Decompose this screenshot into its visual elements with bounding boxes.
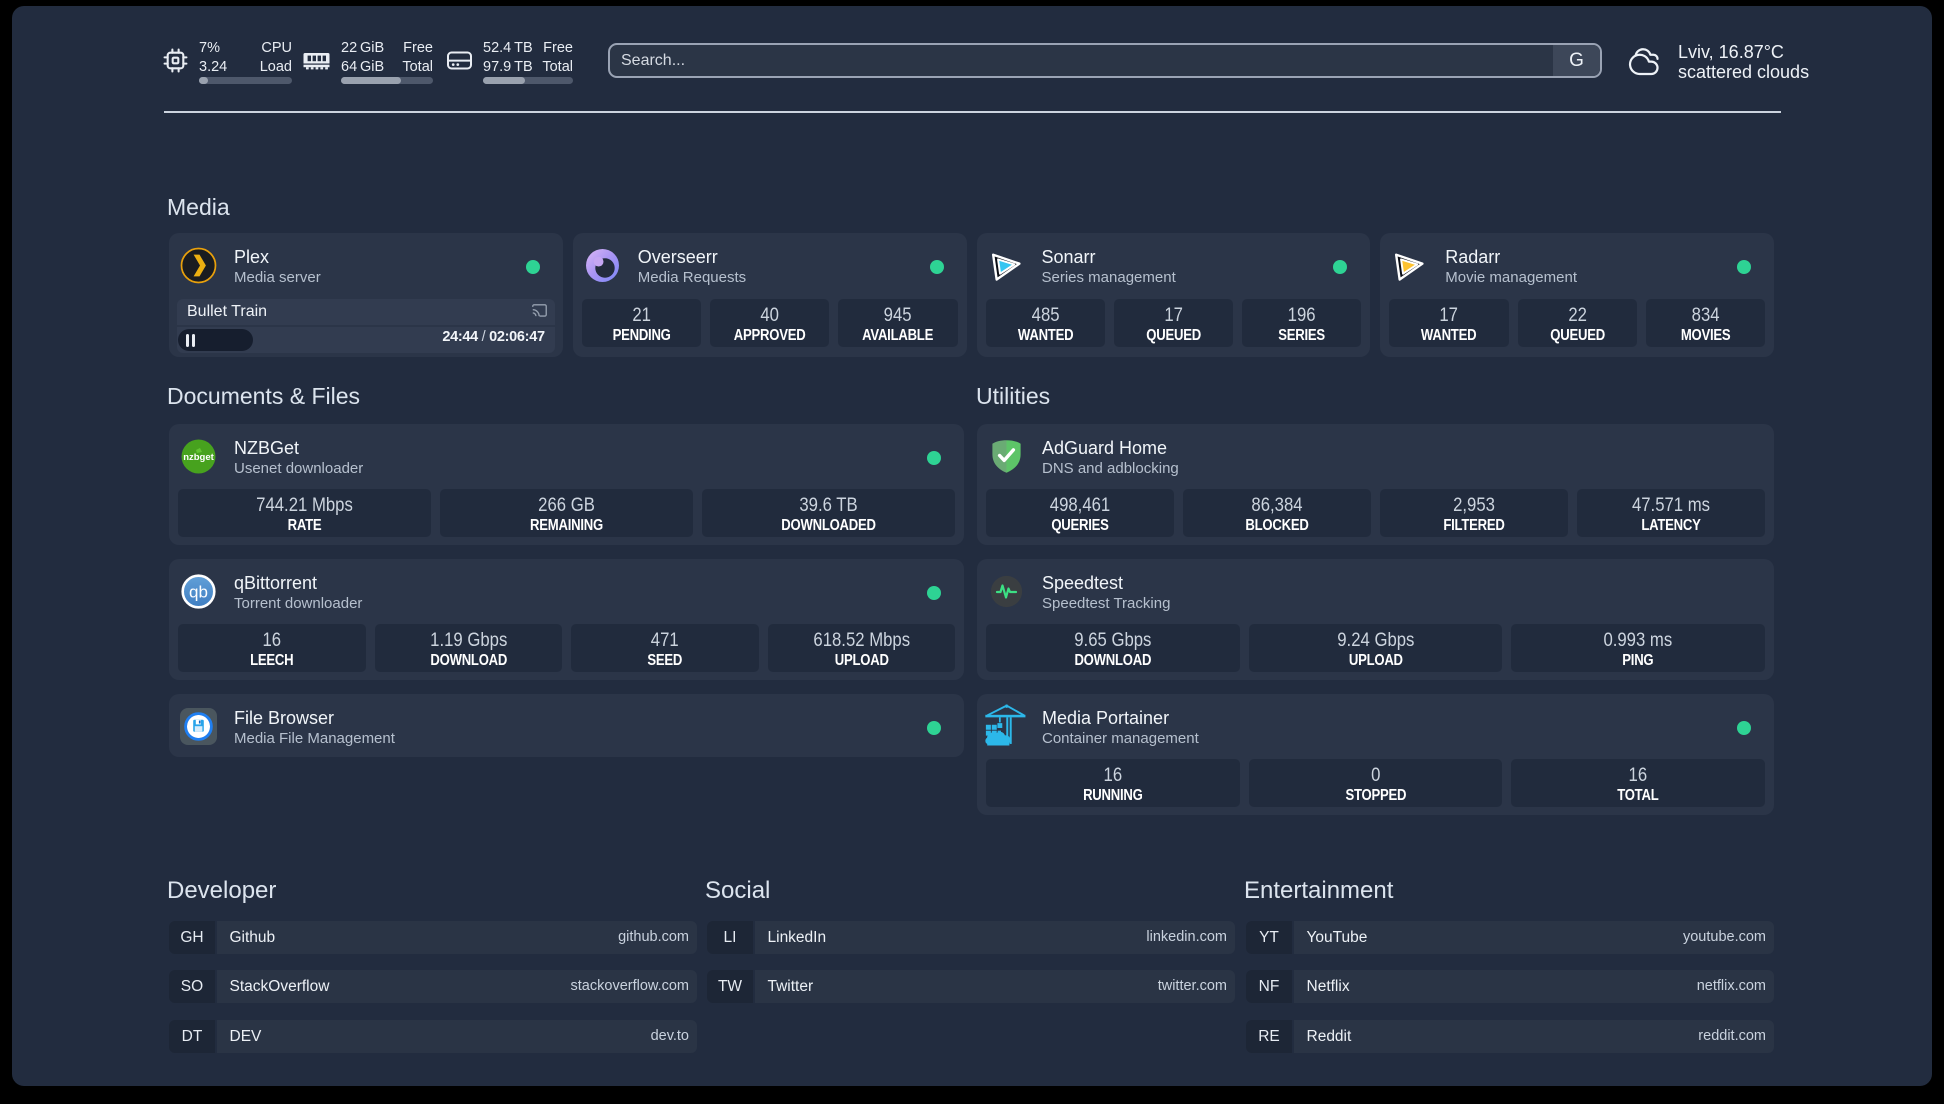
svg-text:nzbget: nzbget [183,452,214,463]
svg-text:qb: qb [189,583,208,602]
